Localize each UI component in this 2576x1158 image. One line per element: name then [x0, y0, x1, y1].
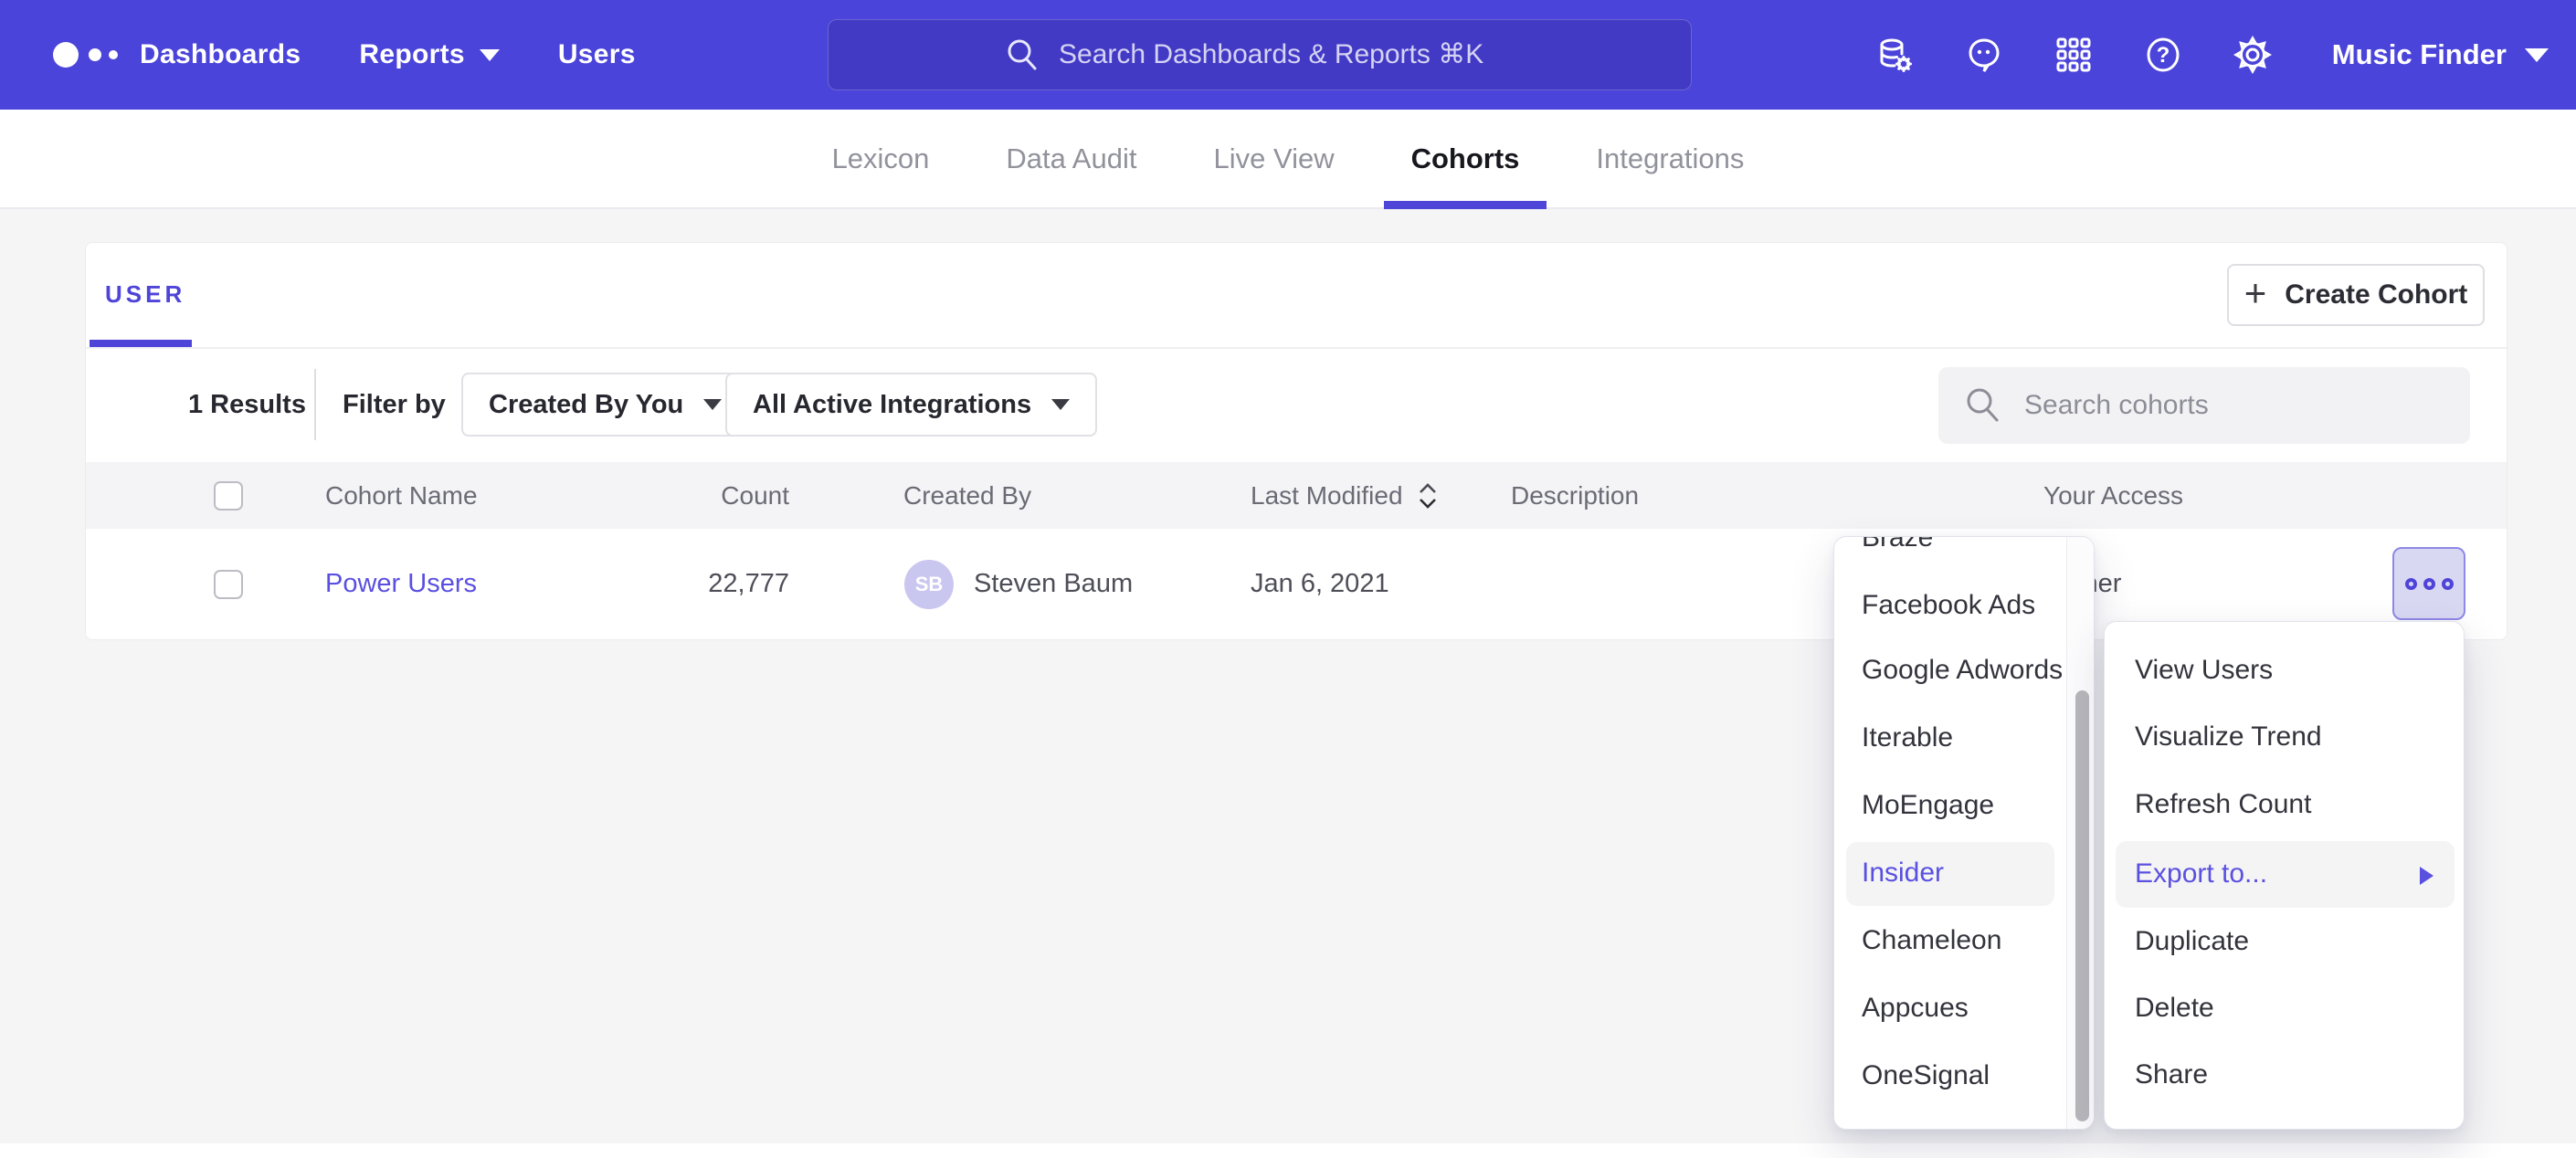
menu-item-chameleon[interactable]: Chameleon [1834, 907, 2068, 974]
divider [314, 369, 316, 440]
col-created-by: Created By [903, 462, 1031, 529]
search-icon [1964, 386, 2002, 425]
col-count: Count [561, 462, 789, 529]
row-checkbox[interactable] [214, 529, 243, 639]
checkbox-icon[interactable] [214, 481, 243, 511]
navbar-right-controls: ? Music Finder [1874, 0, 2549, 110]
settings-gear-icon[interactable] [2232, 34, 2274, 76]
ellipsis-icon [2423, 578, 2435, 590]
ellipsis-icon [2442, 578, 2454, 590]
last-modified-cell: Jan 6, 2021 [1251, 529, 1389, 639]
select-all-checkbox[interactable] [214, 462, 243, 529]
filter-value: Created By You [489, 390, 683, 420]
search-icon [1004, 37, 1040, 73]
apps-grid-icon[interactable] [2053, 34, 2095, 76]
nav-item-label: Reports [359, 39, 464, 70]
cohort-name-cell: Power Users [325, 529, 477, 639]
menu-item-onesignal[interactable]: OneSignal [1834, 1042, 2068, 1110]
tab-data-audit[interactable]: Data Audit [978, 110, 1164, 207]
menu-item-facebook-ads[interactable]: Facebook Ads [1834, 572, 2068, 639]
menu-item-google-adwords[interactable]: Google Adwords [1834, 637, 2068, 704]
svg-text:?: ? [2156, 43, 2170, 68]
chevron-down-icon [480, 49, 500, 61]
tab-user-cohorts[interactable]: USER [86, 243, 192, 347]
integrations-filter-dropdown[interactable]: All Active Integrations [725, 373, 1097, 437]
chevron-down-icon [2525, 48, 2549, 62]
nav-item-label: Users [558, 39, 636, 70]
col-cohort-name: Cohort Name [325, 462, 478, 529]
nav-item-dashboards[interactable]: Dashboards [140, 39, 301, 70]
primary-nav: Dashboards Reports Users [140, 0, 636, 110]
cohort-search-bar[interactable] [1938, 367, 2470, 444]
menu-item-braze[interactable]: Braze [1834, 536, 2068, 572]
help-icon[interactable]: ? [2142, 34, 2184, 76]
data-management-icon[interactable] [1874, 34, 1916, 76]
col-your-access: Your Access [2043, 462, 2183, 529]
row-actions-menu: View Users Visualize Trend Refresh Count… [2104, 621, 2465, 1130]
project-name: Music Finder [2332, 38, 2507, 71]
cohort-search-input[interactable] [2024, 390, 2417, 421]
plus-icon: + [2244, 274, 2267, 312]
tab-lexicon[interactable]: Lexicon [805, 110, 957, 207]
tab-live-view[interactable]: Live View [1186, 110, 1361, 207]
menu-item-duplicate[interactable]: Duplicate [2105, 908, 2464, 975]
sort-icon[interactable] [1418, 483, 1438, 509]
col-last-modified[interactable]: Last Modified [1251, 462, 1438, 529]
create-cohort-button[interactable]: + Create Cohort [2227, 264, 2485, 326]
top-navbar: Dashboards Reports Users ? Music Finder [0, 0, 2576, 110]
cohort-link[interactable]: Power Users [325, 569, 477, 599]
avatar: SB [904, 560, 954, 609]
menu-item-refresh-count[interactable]: Refresh Count [2105, 771, 2464, 838]
cohorts-panel: USER + Create Cohort 1 Results Filter by… [85, 242, 2507, 640]
col-description: Description [1511, 462, 1639, 529]
tab-label: Lexicon [832, 142, 930, 175]
tab-label: Live View [1213, 142, 1334, 175]
nav-item-users[interactable]: Users [558, 39, 636, 70]
filter-by-label: Filter by [343, 390, 446, 420]
global-search-input[interactable] [1059, 39, 1515, 70]
section-tabbar: Lexicon Data Audit Live View Cohorts Int… [0, 110, 2576, 209]
tab-label: USER [105, 280, 185, 309]
nav-item-reports[interactable]: Reports [359, 39, 499, 70]
menu-item-moengage[interactable]: MoEngage [1834, 772, 2068, 839]
export-to-submenu: Braze Facebook Ads Google Adwords Iterab… [1833, 536, 2095, 1130]
menu-item-insider[interactable]: Insider [1834, 839, 2068, 907]
create-cohort-label: Create Cohort [2285, 279, 2467, 311]
col-label: Last Modified [1251, 481, 1403, 511]
menu-item-export-to[interactable]: Export to... [2105, 840, 2464, 908]
menu-item-share[interactable]: Share [2105, 1041, 2464, 1109]
created-by-filter-dropdown[interactable]: Created By You [461, 373, 749, 437]
tab-label: Data Audit [1006, 142, 1136, 175]
nav-item-label: Dashboards [140, 39, 301, 70]
filter-toolbar: 1 Results Filter by Created By You All A… [86, 349, 2507, 462]
menu-item-iterable[interactable]: Iterable [1834, 704, 2068, 772]
scrollbar-thumb[interactable] [2075, 690, 2089, 1121]
tab-label: Integrations [1596, 142, 1744, 175]
checkbox-icon[interactable] [214, 570, 243, 599]
chevron-down-icon [1051, 399, 1070, 410]
chevron-down-icon [703, 399, 722, 410]
table-header: Cohort Name Count Created By Last Modifi… [86, 462, 2507, 529]
project-switcher[interactable]: Music Finder [2332, 38, 2549, 71]
menu-item-visualize-trend[interactable]: Visualize Trend [2105, 703, 2464, 771]
tab-integrations[interactable]: Integrations [1568, 110, 1771, 207]
mixpanel-logo-icon[interactable] [50, 0, 132, 110]
filter-value: All Active Integrations [753, 390, 1031, 420]
menu-item-delete[interactable]: Delete [2105, 974, 2464, 1042]
results-count: 1 Results [188, 390, 306, 420]
feedback-icon[interactable] [1963, 34, 2005, 76]
count-cell: 22,777 [561, 529, 789, 639]
page-bottom-strip [0, 1143, 2576, 1158]
row-actions-button[interactable] [2392, 547, 2465, 620]
created-by-cell: SB Steven Baum [904, 529, 1133, 639]
global-search-bar[interactable] [828, 19, 1692, 90]
submenu-arrow-icon [2420, 867, 2433, 885]
created-by-name: Steven Baum [974, 569, 1133, 599]
menu-item-appcues[interactable]: Appcues [1834, 974, 2068, 1042]
tab-label: Cohorts [1411, 142, 1520, 175]
ellipsis-icon [2405, 578, 2417, 590]
tab-cohorts[interactable]: Cohorts [1384, 110, 1547, 207]
menu-item-view-users[interactable]: View Users [2105, 637, 2464, 704]
